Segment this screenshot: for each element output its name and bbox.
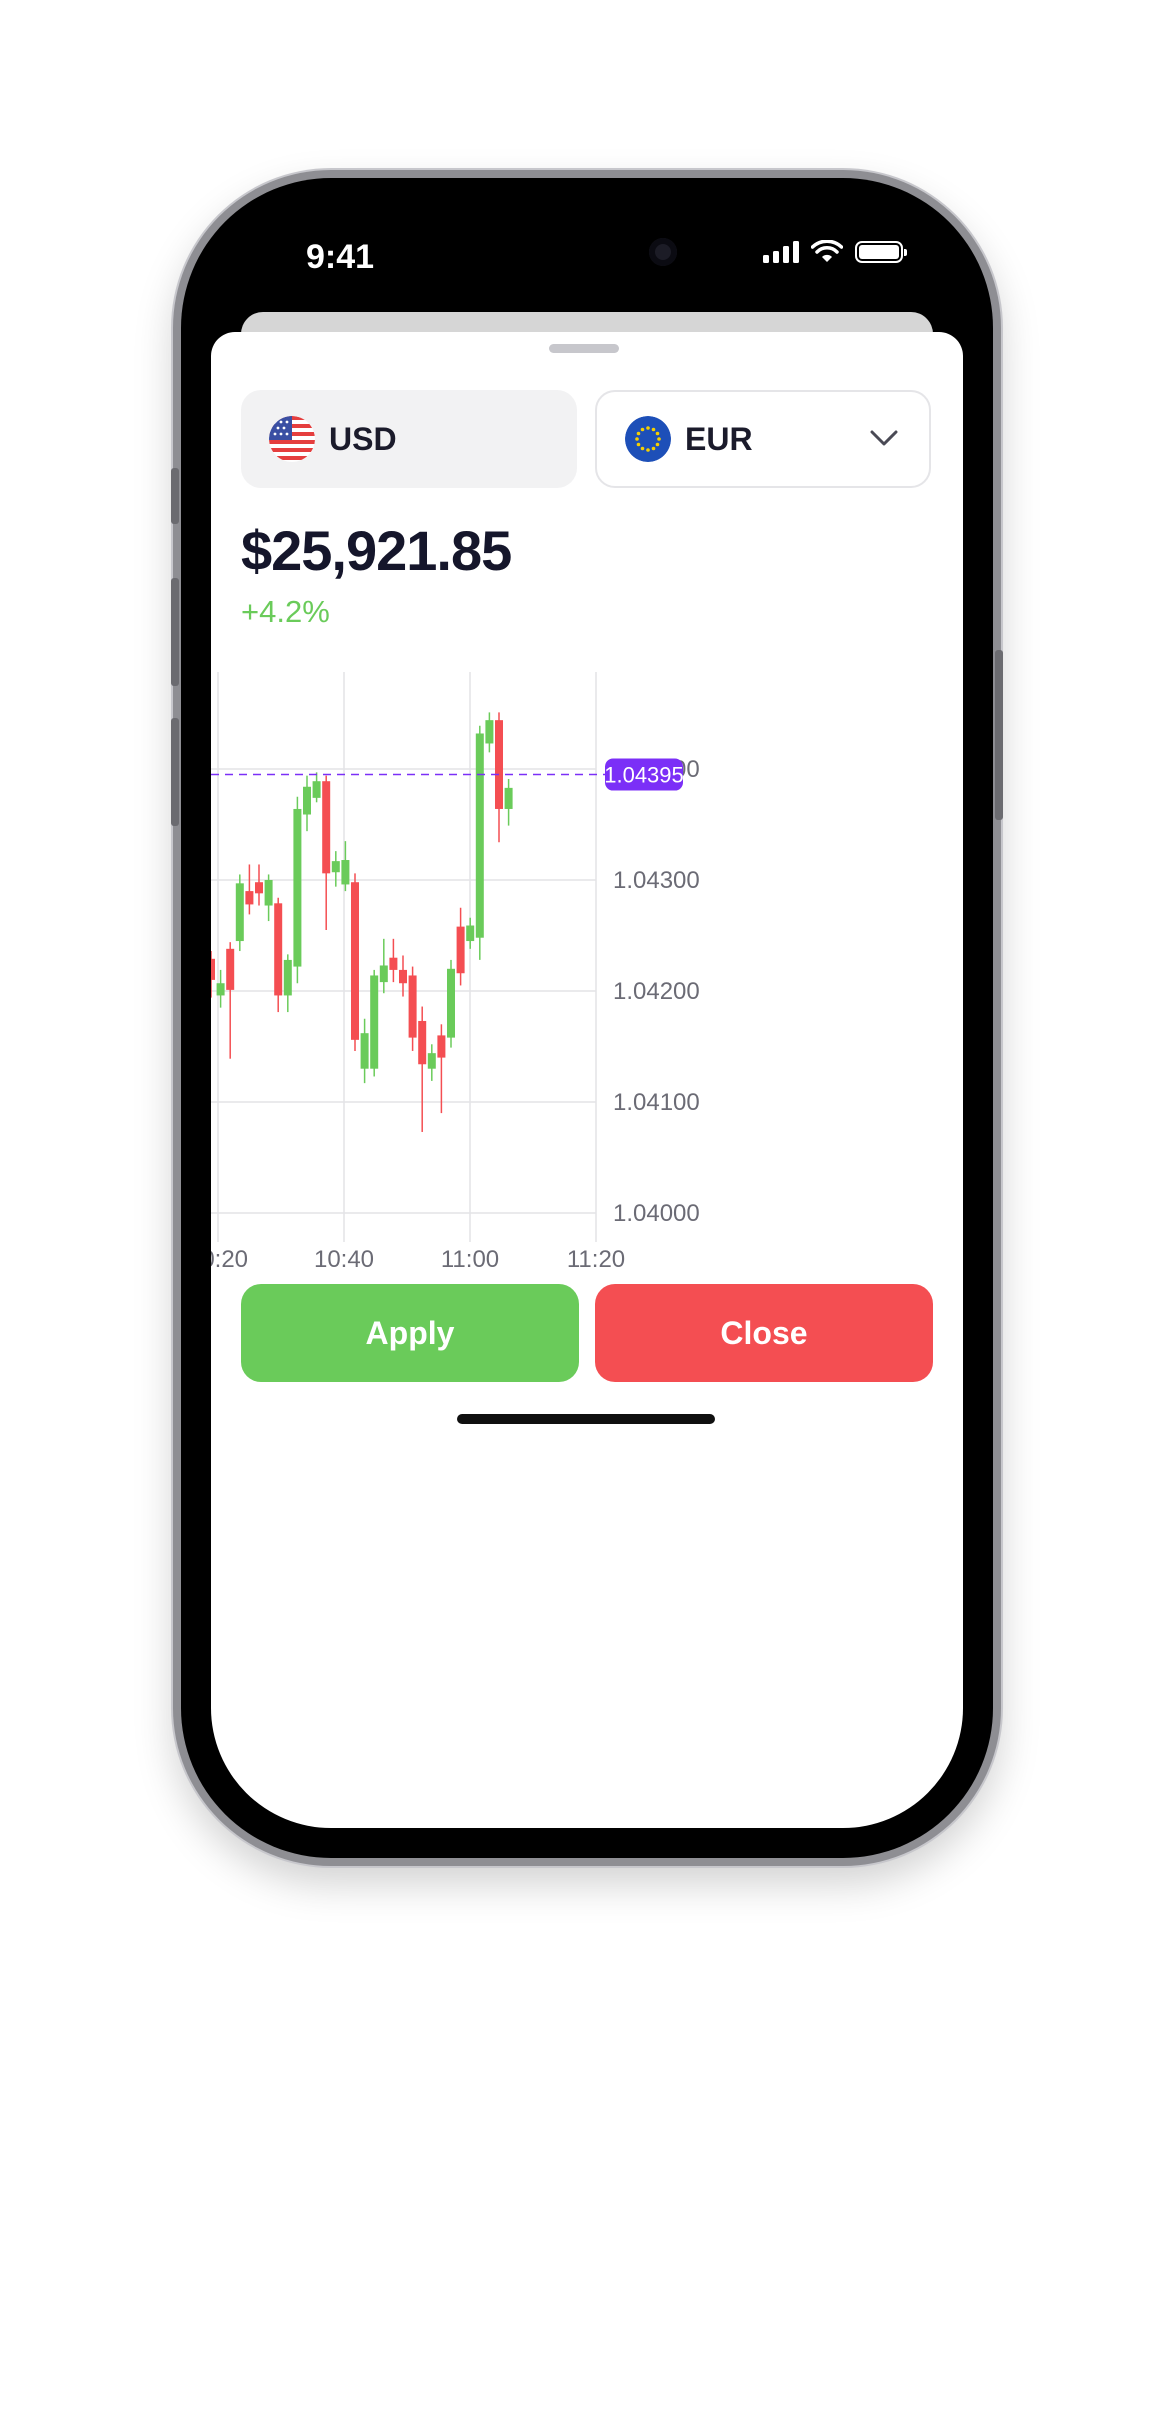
candle-body [389,957,398,970]
candle-body [264,880,273,906]
candle-body [466,925,475,942]
to-currency-dropdown[interactable]: EUR [595,390,931,488]
candle-body [475,733,484,938]
eu-flag-icon [625,416,671,462]
power-button [995,650,1003,820]
candle-body [399,969,407,984]
x-tick-label: 11:00 [441,1246,499,1273]
phone-screen: 9:41 USD EUR $25,921.85 +4.2% 1.04300 1.… [211,208,963,1828]
candle-body [504,787,513,809]
volume-down-button [171,718,179,826]
y-tick-label: 1.04200 [613,978,700,1005]
status-icons [763,240,907,264]
candle-body [235,883,244,942]
candle-body [437,1035,446,1058]
current-price-label: 1.04395 [604,763,684,788]
candle-body [456,926,465,974]
candle-body [245,891,254,905]
candle-body [226,948,235,990]
wifi-icon [811,240,843,262]
apply-button[interactable]: Apply [241,1284,579,1382]
chevron-down-icon [870,430,898,446]
candle-body [351,882,359,1040]
from-currency-button[interactable]: USD [241,390,577,488]
candle-body [408,975,417,1038]
y-tick-label: 1.04300 [613,867,700,894]
candle-body [370,975,379,1069]
candle-body [495,720,503,809]
x-tick-label: 11:20 [567,1246,625,1273]
candle-body [216,983,225,996]
to-currency-code: EUR [685,420,753,457]
close-button[interactable]: Close [595,1284,933,1382]
price-change: +4.2% [241,594,330,629]
candle-body [255,882,263,894]
front-camera [649,238,677,266]
current-price-marker: 1.04395 [211,758,684,791]
candle-body [303,786,311,815]
status-time: 9:41 [306,238,375,276]
candle-body [427,1053,436,1069]
y-tick-label: 1.04100 [613,1089,700,1116]
currency-sheet: USD EUR $25,921.85 +4.2% 1.044001.0 [211,332,963,1828]
x-tick-label: 10:40 [314,1246,374,1273]
candle-body [379,965,388,983]
candle-body [322,781,331,874]
from-currency-code: USD [329,420,397,457]
cellular-signal-icon [763,241,799,263]
home-indicator[interactable] [457,1414,715,1424]
candle-body [312,781,321,798]
candle-body [360,1033,369,1069]
sheet-grabber[interactable] [549,344,619,353]
y-tick-label: 1.04000 [613,1200,700,1227]
candle-body [418,1020,427,1065]
x-tick-label: 10:20 [211,1246,248,1273]
chart-axis: 1.044001.043001.042001.041001.0400010:20… [211,756,700,1273]
candle-body [293,808,302,967]
price-value: $25,921.85 [241,519,512,582]
candle-body [341,860,350,885]
candle-body [274,903,283,996]
candle-body [485,720,494,744]
candle-body [447,968,455,1038]
candle-body [211,958,215,980]
action-button [171,468,179,524]
volume-up-button [171,578,179,686]
chart-candles [211,712,513,1132]
us-flag-icon [269,416,315,462]
candle-body [331,861,340,873]
battery-icon [855,241,907,263]
candle-body [283,959,292,996]
